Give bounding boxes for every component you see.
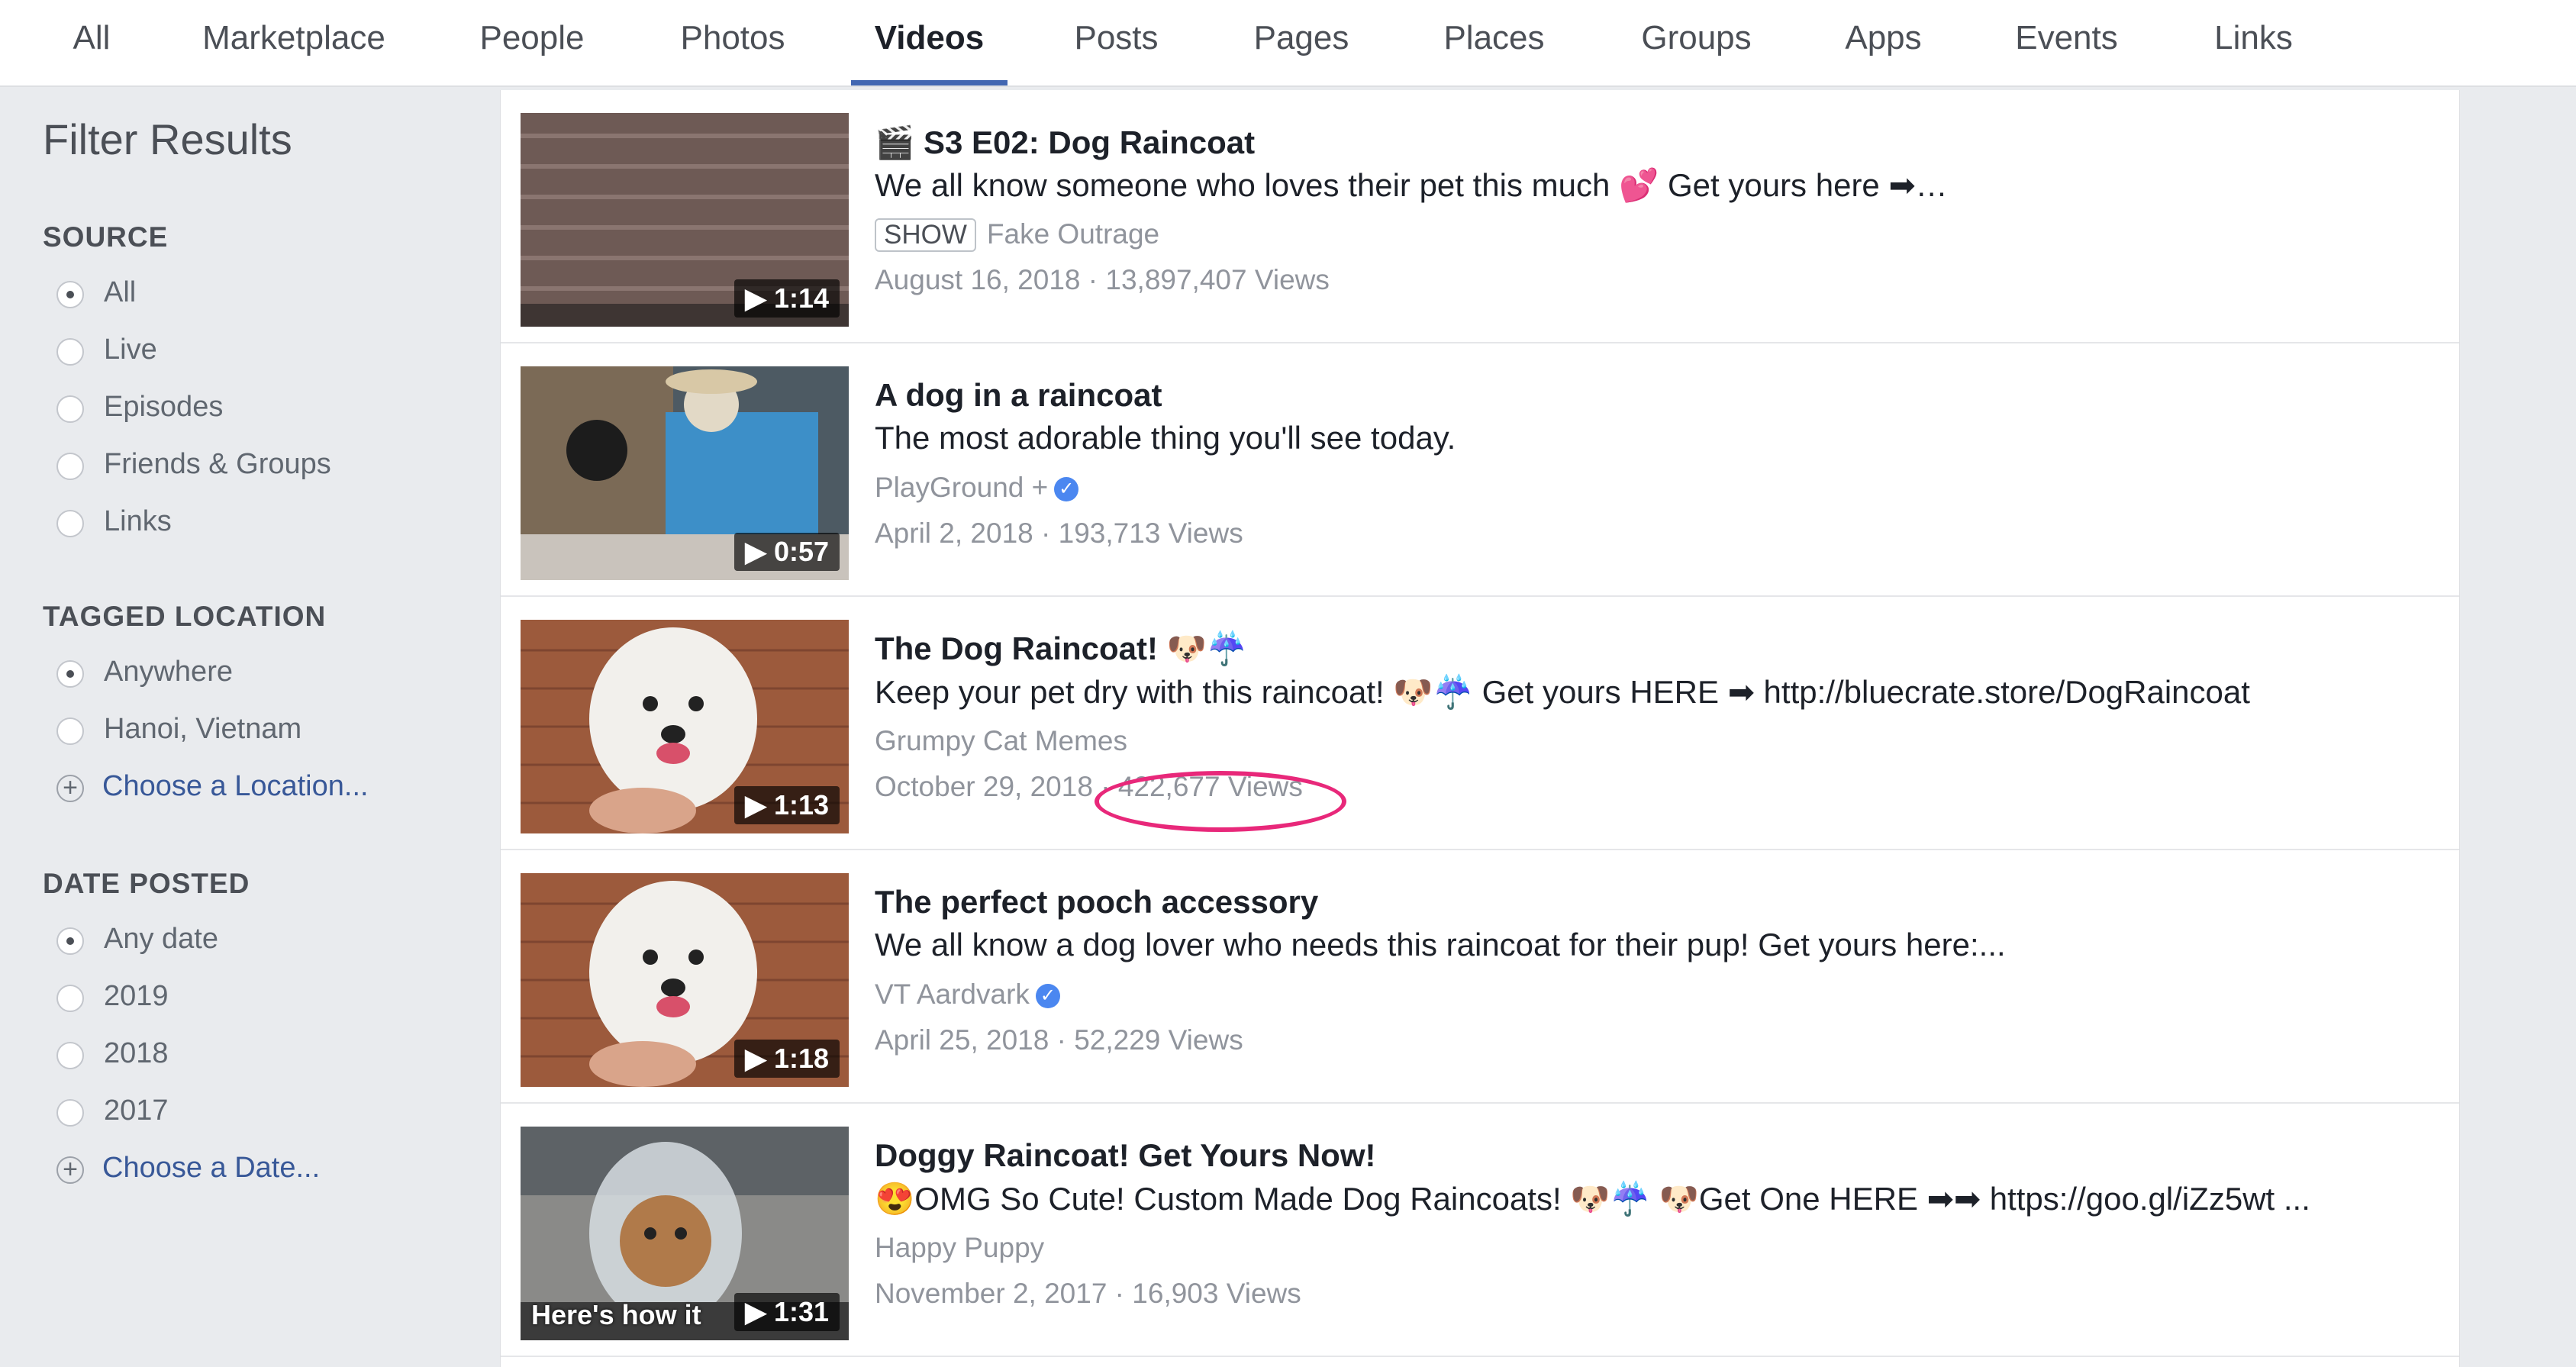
radio-icon[interactable]	[56, 338, 84, 366]
video-duration: ▶ 1:18	[734, 1040, 840, 1078]
tab-posts[interactable]: Posts	[1065, 0, 1168, 85]
result-item[interactable]: ▶ 1:18 The perfect pooch accessory We al…	[501, 850, 2459, 1104]
verified-badge-icon: ✓	[1035, 984, 1060, 1009]
result-source[interactable]: SHOW Fake Outrage	[875, 218, 1159, 252]
date-heading: DATE POSTED	[43, 868, 250, 899]
radio-icon[interactable]	[56, 510, 84, 537]
tab-events[interactable]: Events	[2007, 0, 2126, 85]
video-duration: ▶ 1:14	[734, 279, 840, 318]
result-title[interactable]: A dog in a raincoat	[875, 377, 1162, 414]
tab-photos[interactable]: Photos	[664, 0, 801, 85]
result-title[interactable]: The Dog Raincoat! 🐶☔	[875, 630, 1246, 668]
search-tabs: All Marketplace People Photos Videos Pos…	[0, 0, 2576, 87]
tab-videos[interactable]: Videos	[851, 0, 1008, 85]
tab-all[interactable]: All	[46, 0, 137, 85]
tab-people[interactable]: People	[467, 0, 597, 85]
video-thumbnail[interactable]: ▶ 1:13	[521, 620, 849, 833]
result-meta: November 2, 2017 · 16,903 Views	[875, 1278, 1301, 1309]
result-item[interactable]: ▶ 0:57 A dog in a raincoat The most ador…	[501, 343, 2459, 597]
result-description: We all know someone who loves their pet …	[875, 167, 1948, 203]
highlight-annotation	[1095, 771, 1346, 832]
radio-icon[interactable]	[56, 1099, 84, 1127]
result-meta: April 2, 2018 · 193,713 Views	[875, 517, 1243, 549]
result-title[interactable]: The perfect pooch accessory	[875, 884, 1318, 920]
radio-icon[interactable]	[56, 985, 84, 1012]
result-source[interactable]: Grumpy Cat Memes	[875, 725, 1127, 757]
result-item[interactable]: ▶ 1:14 🎬 S3 E02: Dog Raincoat We all kno…	[501, 90, 2459, 343]
result-item[interactable]: Here's how it ▶ 1:31 Doggy Raincoat! Get…	[501, 1104, 2459, 1357]
filter-title: Filter Results	[43, 115, 292, 163]
tab-places[interactable]: Places	[1435, 0, 1553, 85]
thumbnail-caption: Here's how it	[531, 1299, 701, 1330]
video-thumbnail[interactable]: ▶ 0:57	[521, 366, 849, 580]
result-description: The most adorable thing you'll see today…	[875, 420, 1456, 456]
video-duration: ▶ 0:57	[734, 533, 840, 571]
result-meta: April 25, 2018 · 52,229 Views	[875, 1024, 1243, 1056]
result-description: We all know a dog lover who needs this r…	[875, 927, 2006, 962]
tab-links[interactable]: Links	[2206, 0, 2301, 85]
tab-apps[interactable]: Apps	[1836, 0, 1931, 85]
result-title[interactable]: Doggy Raincoat! Get Yours Now!	[875, 1137, 1376, 1174]
radio-icon[interactable]	[56, 717, 84, 745]
video-duration: ▶ 1:13	[734, 786, 840, 824]
video-duration: ▶ 1:31	[734, 1293, 840, 1331]
radio-icon[interactable]	[56, 927, 84, 955]
result-title[interactable]: 🎬 S3 E02: Dog Raincoat	[875, 124, 1255, 162]
tab-marketplace[interactable]: Marketplace	[187, 0, 401, 85]
clapper-icon: 🎬	[875, 124, 915, 161]
location-heading: TAGGED LOCATION	[43, 601, 327, 632]
radio-icon[interactable]	[56, 453, 84, 480]
source-heading: SOURCE	[43, 221, 169, 253]
result-source[interactable]: PlayGround + ✓	[875, 472, 1079, 504]
result-meta: August 16, 2018 · 13,897,407 Views	[875, 264, 1330, 295]
verified-badge-icon: ✓	[1054, 477, 1079, 502]
result-item[interactable]: ▶ 1:13 The Dog Raincoat! 🐶☔ Keep your pe…	[501, 597, 2459, 850]
radio-icon[interactable]	[56, 660, 84, 688]
tab-groups[interactable]: Groups	[1633, 0, 1759, 85]
radio-icon[interactable]	[56, 1042, 84, 1069]
radio-icon[interactable]	[56, 395, 84, 423]
result-description: Keep your pet dry with this raincoat! 🐶☔…	[875, 674, 2250, 710]
video-results: ▶ 1:14 🎬 S3 E02: Dog Raincoat We all kno…	[500, 90, 2460, 1367]
show-badge: SHOW	[875, 218, 976, 252]
plus-icon: +	[56, 1156, 84, 1184]
tab-pages[interactable]: Pages	[1244, 0, 1359, 85]
video-thumbnail[interactable]: Here's how it ▶ 1:31	[521, 1127, 849, 1340]
result-source[interactable]: VT Aardvark ✓	[875, 979, 1060, 1011]
video-thumbnail[interactable]: ▶ 1:14	[521, 113, 849, 327]
radio-icon[interactable]	[56, 281, 84, 308]
result-description: 😍OMG So Cute! Custom Made Dog Raincoats!…	[875, 1181, 2310, 1217]
result-source[interactable]: Happy Puppy	[875, 1232, 1044, 1264]
video-thumbnail[interactable]: ▶ 1:18	[521, 873, 849, 1087]
plus-icon: +	[56, 775, 84, 802]
